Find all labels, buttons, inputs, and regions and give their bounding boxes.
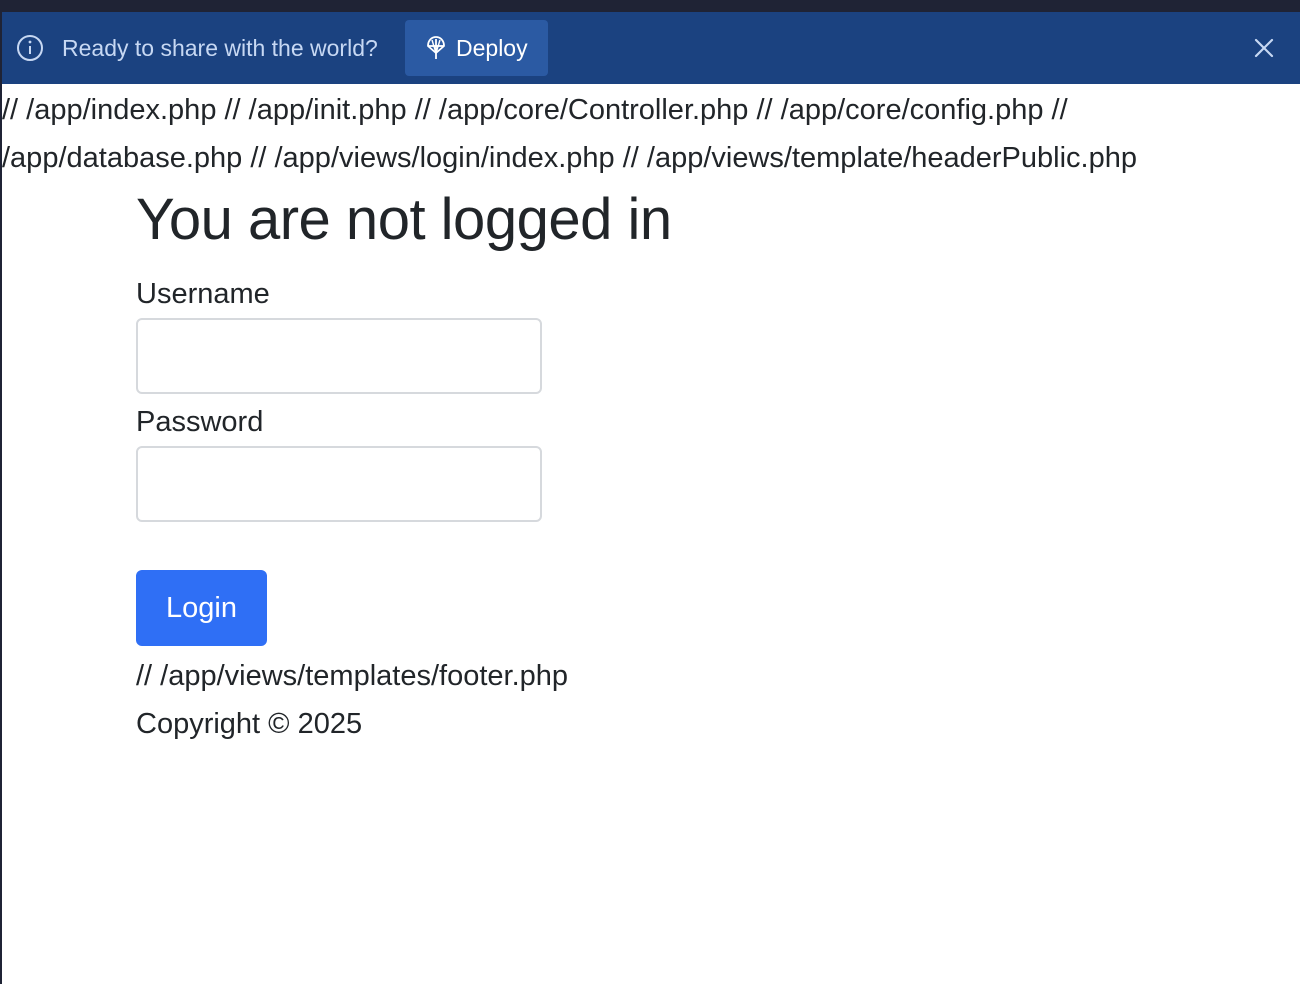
login-container: You are not logged in Username Password … <box>136 180 836 748</box>
banner-message: Ready to share with the world? <box>62 35 378 61</box>
password-label: Password <box>136 406 264 438</box>
username-input[interactable] <box>136 318 542 394</box>
password-input[interactable] <box>136 446 542 522</box>
login-form: Username Password Login <box>136 277 836 646</box>
close-icon[interactable] <box>1252 36 1276 60</box>
debug-path-line: /app/database.php // /app/views/login/in… <box>2 142 1137 174</box>
deploy-button[interactable]: Deploy <box>405 20 548 76</box>
debug-path-line: // /app/index.php // /app/init.php // /a… <box>2 94 1068 126</box>
footer-path: // /app/views/templates/footer.php <box>136 660 569 692</box>
username-label: Username <box>136 278 270 310</box>
window-top-bar <box>0 0 1300 12</box>
deploy-icon <box>427 36 445 59</box>
deploy-banner: Ready to share with the world? Deploy <box>2 12 1300 84</box>
page-title: You are not logged in <box>136 187 672 252</box>
copyright-text: Copyright © 2025 <box>136 708 363 740</box>
info-icon <box>17 35 43 61</box>
login-button[interactable]: Login <box>136 570 267 646</box>
debug-include-paths: // /app/index.php // /app/init.php // /a… <box>2 86 1298 182</box>
deploy-button-label: Deploy <box>456 35 528 61</box>
